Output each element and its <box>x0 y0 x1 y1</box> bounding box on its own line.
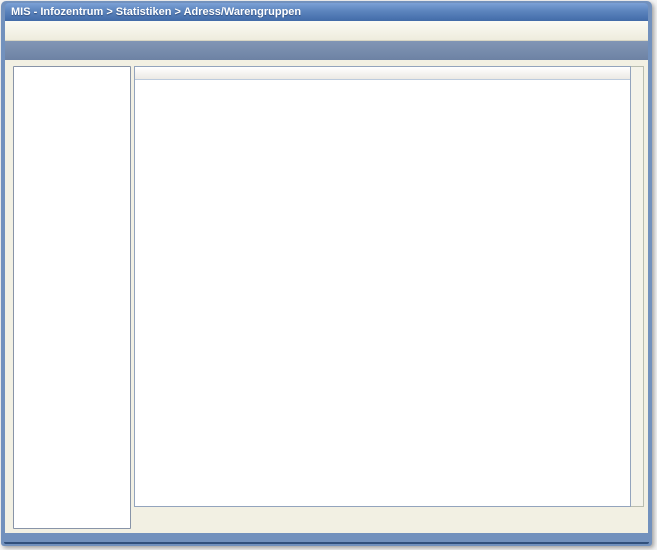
grid-body <box>135 80 630 506</box>
app-window: MIS - Infozentrum > Statistiken > Adress… <box>1 1 652 546</box>
navigation-tree <box>13 66 131 529</box>
tab-strip <box>5 41 648 60</box>
data-grid <box>134 66 644 507</box>
grid-header-row <box>135 67 630 80</box>
grid-table <box>134 66 631 507</box>
grid-side-toolbar <box>631 66 644 507</box>
toolbar <box>5 21 648 41</box>
window-title: MIS - Infozentrum > Statistiken > Adress… <box>11 6 301 18</box>
content-area <box>5 60 648 533</box>
title-bar[interactable]: MIS - Infozentrum > Statistiken > Adress… <box>5 3 648 21</box>
client-area <box>5 21 648 533</box>
